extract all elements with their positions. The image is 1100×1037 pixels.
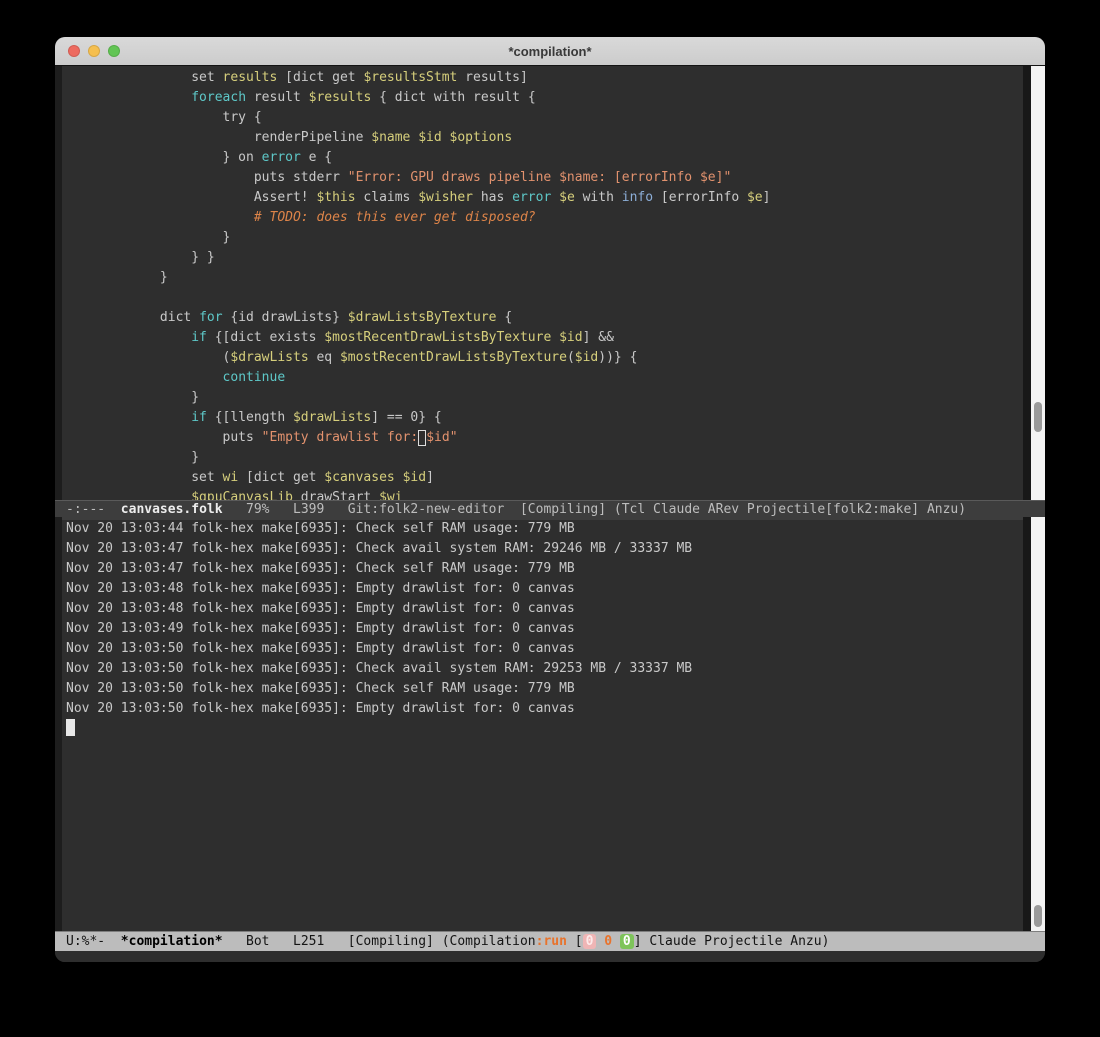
code-line: continue: [66, 368, 1023, 388]
log-line: Nov 20 13:03:49 folk-hex make[6935]: Emp…: [66, 619, 1023, 639]
titlebar[interactable]: *compilation*: [55, 37, 1045, 66]
code-line: $gpuCanvasLib drawStart $wi: [66, 488, 1023, 500]
code-line: foreach result $results { dict with resu…: [66, 88, 1023, 108]
code-line: }: [66, 228, 1023, 248]
code-line: }: [66, 388, 1023, 408]
code-line: set results [dict get $resultsStmt resul…: [66, 68, 1023, 88]
code-line: if {[llength $drawLists] == 0} {: [66, 408, 1023, 428]
log-line: Nov 20 13:03:50 folk-hex make[6935]: Che…: [66, 679, 1023, 699]
log-line: Nov 20 13:03:48 folk-hex make[6935]: Emp…: [66, 599, 1023, 619]
code-line: # TODO: does this ever get disposed?: [66, 208, 1023, 228]
text-cursor: [66, 719, 75, 736]
modeline-text: U:%*- *compilation* Bot L251 [Compiling]…: [66, 932, 1045, 952]
code-line: [66, 288, 1023, 308]
compilation-scrollbar-area: [1023, 517, 1045, 931]
log-line: Nov 20 13:03:50 folk-hex make[6935]: Emp…: [66, 699, 1023, 719]
code-buffer-canvases-folk[interactable]: set results [dict get $resultsStmt resul…: [55, 66, 1023, 500]
echo-area: [55, 951, 1045, 962]
minimize-button-icon[interactable]: [88, 45, 100, 57]
code-line: } }: [66, 248, 1023, 268]
log-line: Nov 20 13:03:47 folk-hex make[6935]: Che…: [66, 539, 1023, 559]
code-scrollbar-track[interactable]: [1031, 66, 1045, 500]
close-button-icon[interactable]: [68, 45, 80, 57]
log-line: Nov 20 13:03:50 folk-hex make[6935]: Che…: [66, 659, 1023, 679]
log-line: Nov 20 13:03:47 folk-hex make[6935]: Che…: [66, 559, 1023, 579]
compilation-scrollbar-track[interactable]: [1031, 517, 1045, 931]
code-line: Assert! $this claims $wisher has error $…: [66, 188, 1023, 208]
code-line: dict for {id drawLists} $drawListsByText…: [66, 308, 1023, 328]
scrollbar-gap: [1023, 517, 1031, 931]
compilation-scrollbar-thumb[interactable]: [1034, 905, 1042, 927]
scrollbar-gap: [1023, 66, 1031, 500]
code-line: } on error e {: [66, 148, 1023, 168]
code-line: ($drawLists eq $mostRecentDrawListsByTex…: [66, 348, 1023, 368]
code-line: if {[dict exists $mostRecentDrawListsByT…: [66, 328, 1023, 348]
fringe: [55, 66, 62, 500]
emacs-frame: set results [dict get $resultsStmt resul…: [55, 66, 1045, 962]
zoom-button-icon[interactable]: [108, 45, 120, 57]
code-line: try {: [66, 108, 1023, 128]
modeline-active-compilation: U:%*- *compilation* Bot L251 [Compiling]…: [55, 931, 1045, 952]
log-line: Nov 20 13:03:48 folk-hex make[6935]: Emp…: [66, 579, 1023, 599]
code-line: puts stderr "Error: GPU draws pipeline $…: [66, 168, 1023, 188]
emacs-window: *compilation* set results [dict get $res…: [55, 37, 1045, 962]
log-line: Nov 20 13:03:44 folk-hex make[6935]: Che…: [66, 519, 1023, 539]
traffic-lights: [68, 45, 120, 57]
code-line: set wi [dict get $canvases $id]: [66, 468, 1023, 488]
log-line: Nov 20 13:03:50 folk-hex make[6935]: Emp…: [66, 639, 1023, 659]
code-line: }: [66, 268, 1023, 288]
fringe: [55, 517, 62, 931]
window-title: *compilation*: [508, 44, 591, 59]
code-line: renderPipeline $name $id $options: [66, 128, 1023, 148]
compilation-buffer[interactable]: Nov 20 13:03:44 folk-hex make[6935]: Che…: [55, 517, 1023, 931]
code-scrollbar-thumb[interactable]: [1034, 402, 1042, 432]
code-scrollbar-area: [1023, 66, 1045, 500]
code-line: }: [66, 448, 1023, 468]
code-line: puts "Empty drawlist for: $id": [66, 428, 1023, 448]
